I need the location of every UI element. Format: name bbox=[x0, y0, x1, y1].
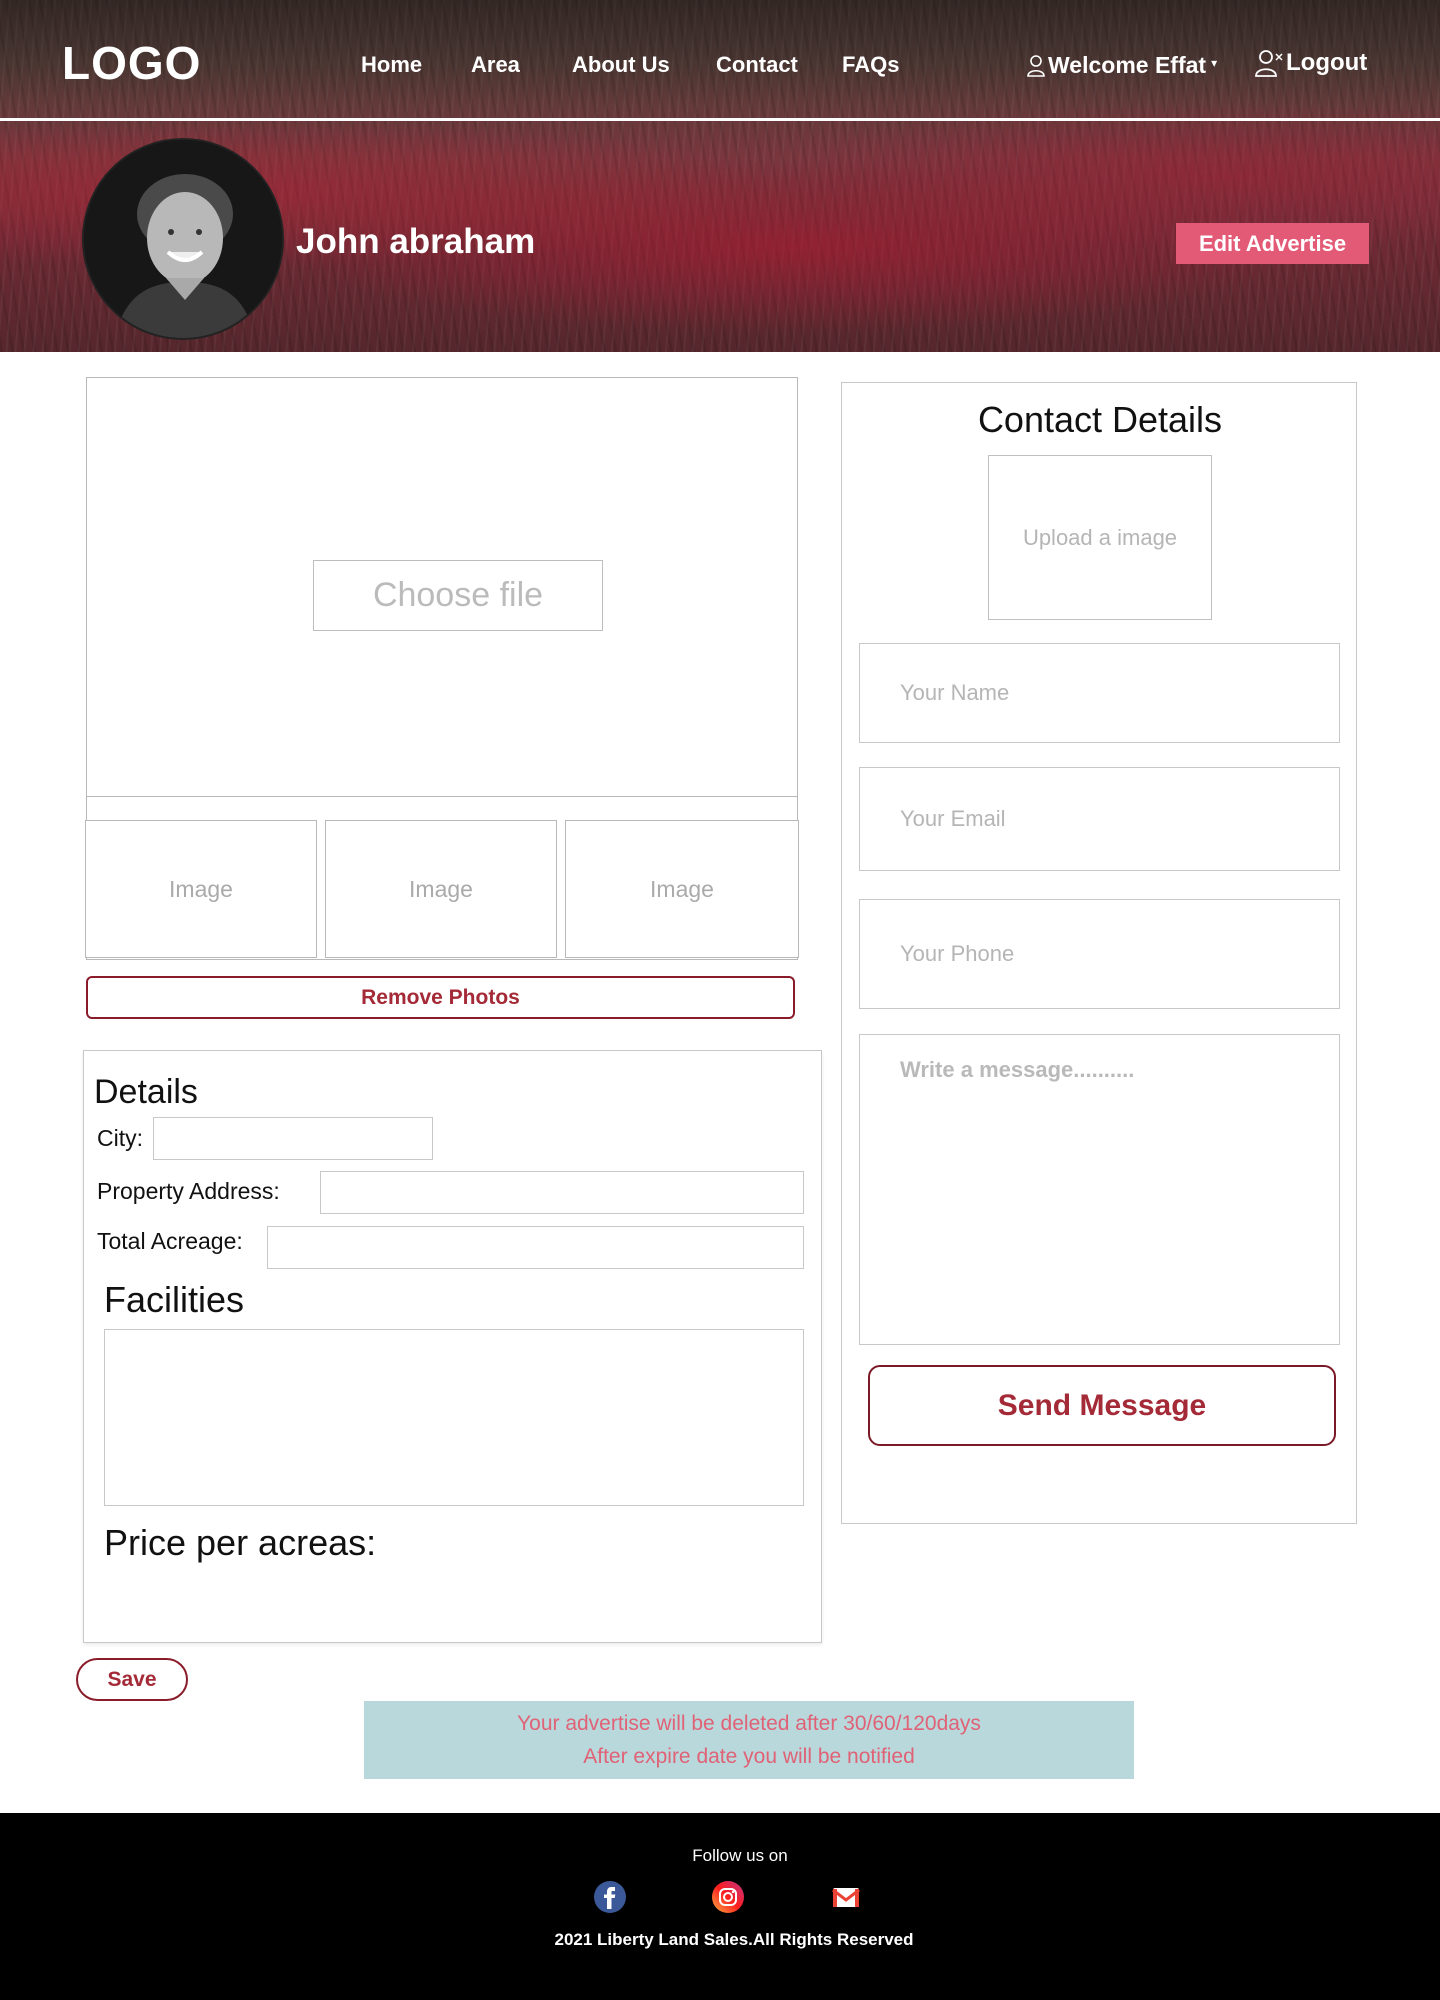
notice-line-1: Your advertise will be deleted after 30/… bbox=[517, 1712, 981, 1735]
caret-down-icon: ▾ bbox=[1211, 55, 1218, 70]
edit-advertise-button[interactable]: Edit Advertise bbox=[1176, 223, 1369, 264]
footer: Follow us on 2021 Liberty Land Sales.All… bbox=[0, 1813, 1440, 2000]
thumbnail-image-3[interactable]: Image bbox=[565, 820, 799, 958]
logout-link[interactable]: Logout bbox=[1254, 48, 1367, 78]
city-label: City: bbox=[97, 1125, 143, 1151]
user-icon bbox=[1026, 54, 1046, 78]
total-acreage-input[interactable] bbox=[267, 1226, 804, 1269]
message-textarea[interactable] bbox=[859, 1034, 1340, 1345]
property-address-input[interactable] bbox=[320, 1171, 804, 1214]
price-per-acre-title: Price per acreas: bbox=[104, 1522, 377, 1563]
expiry-notice: Your advertise will be deleted after 30/… bbox=[364, 1701, 1134, 1779]
social-links bbox=[594, 1881, 862, 1913]
details-title: Details bbox=[94, 1073, 198, 1111]
copyright-text: 2021 Liberty Land Sales.All Rights Reser… bbox=[554, 1930, 914, 1949]
logo[interactable]: LOGO bbox=[62, 36, 201, 90]
thumbnail-row: Image Image Image bbox=[85, 796, 799, 960]
nav-contact[interactable]: Contact bbox=[716, 52, 798, 78]
gmail-icon[interactable] bbox=[830, 1881, 862, 1913]
navbar-divider bbox=[0, 118, 1440, 121]
nav-faqs[interactable]: FAQs bbox=[842, 52, 899, 78]
save-button[interactable]: Save bbox=[76, 1658, 188, 1701]
user-menu[interactable]: Welcome Effat ▾ bbox=[1026, 52, 1217, 79]
avatar bbox=[82, 138, 284, 340]
follow-us-label: Follow us on bbox=[692, 1846, 788, 1865]
contact-details-card: Contact Details Upload a image Send Mess… bbox=[841, 382, 1357, 1524]
main-image-upload[interactable]: Choose file bbox=[86, 377, 798, 797]
user-menu-label: Welcome Effat bbox=[1048, 52, 1207, 78]
thumbnail-image-1[interactable]: Image bbox=[85, 820, 317, 958]
user-logout-icon bbox=[1254, 48, 1284, 78]
facilities-title: Facilities bbox=[104, 1279, 245, 1320]
top-navbar: LOGO Home Area About Us Contact FAQs Wel… bbox=[0, 0, 1440, 120]
nav-area[interactable]: Area bbox=[471, 52, 520, 78]
instagram-icon[interactable] bbox=[712, 1881, 744, 1913]
property-address-label: Property Address: bbox=[97, 1178, 280, 1204]
hero-banner: LOGO Home Area About Us Contact FAQs Wel… bbox=[0, 0, 1440, 352]
your-phone-input[interactable] bbox=[859, 899, 1340, 1009]
facebook-icon[interactable] bbox=[594, 1881, 626, 1913]
notice-line-2: After expire date you will be notified bbox=[583, 1745, 915, 1768]
profile-name: John abraham bbox=[296, 222, 536, 261]
your-email-input[interactable] bbox=[859, 767, 1340, 871]
logout-label: Logout bbox=[1286, 49, 1368, 76]
upload-image-button[interactable]: Upload a image bbox=[988, 455, 1212, 620]
facilities-textarea[interactable] bbox=[104, 1329, 804, 1506]
choose-file-button[interactable]: Choose file bbox=[313, 560, 603, 631]
send-message-button[interactable]: Send Message bbox=[868, 1365, 1336, 1446]
contact-details-title: Contact Details bbox=[977, 399, 1223, 440]
remove-photos-button[interactable]: Remove Photos bbox=[86, 976, 795, 1019]
details-card: Details City: Property Address: Total Ac… bbox=[83, 1050, 822, 1643]
city-input[interactable] bbox=[153, 1117, 433, 1160]
nav-home[interactable]: Home bbox=[361, 52, 422, 78]
total-acreage-label: Total Acreage: bbox=[97, 1228, 243, 1254]
thumbnail-image-2[interactable]: Image bbox=[325, 820, 557, 958]
nav-about-us[interactable]: About Us bbox=[572, 52, 670, 78]
your-name-input[interactable] bbox=[859, 643, 1340, 743]
